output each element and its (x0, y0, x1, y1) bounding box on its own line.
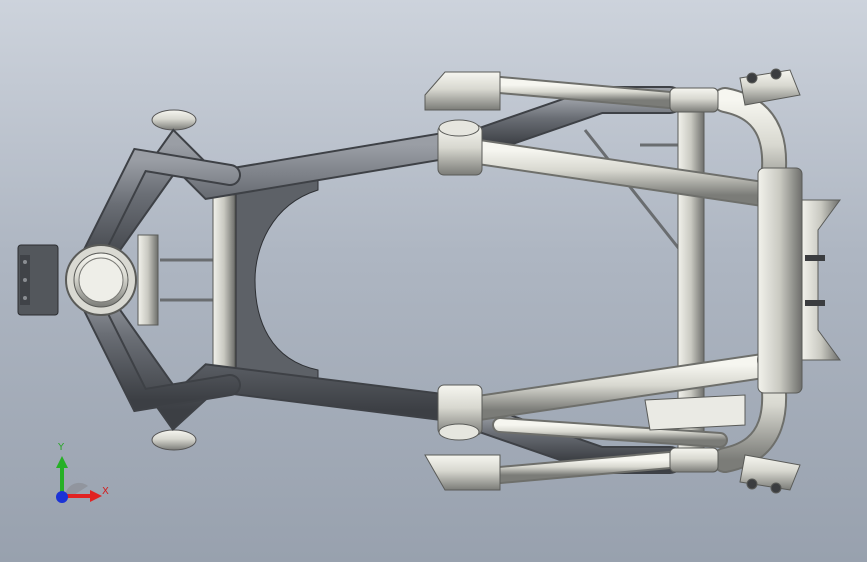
triad-x-label: X (102, 486, 109, 497)
frame-model[interactable] (0, 0, 867, 562)
graphics-viewport[interactable]: Y X (0, 0, 867, 562)
z-axis-dot (56, 491, 68, 503)
triad-y-label: Y (58, 442, 65, 453)
